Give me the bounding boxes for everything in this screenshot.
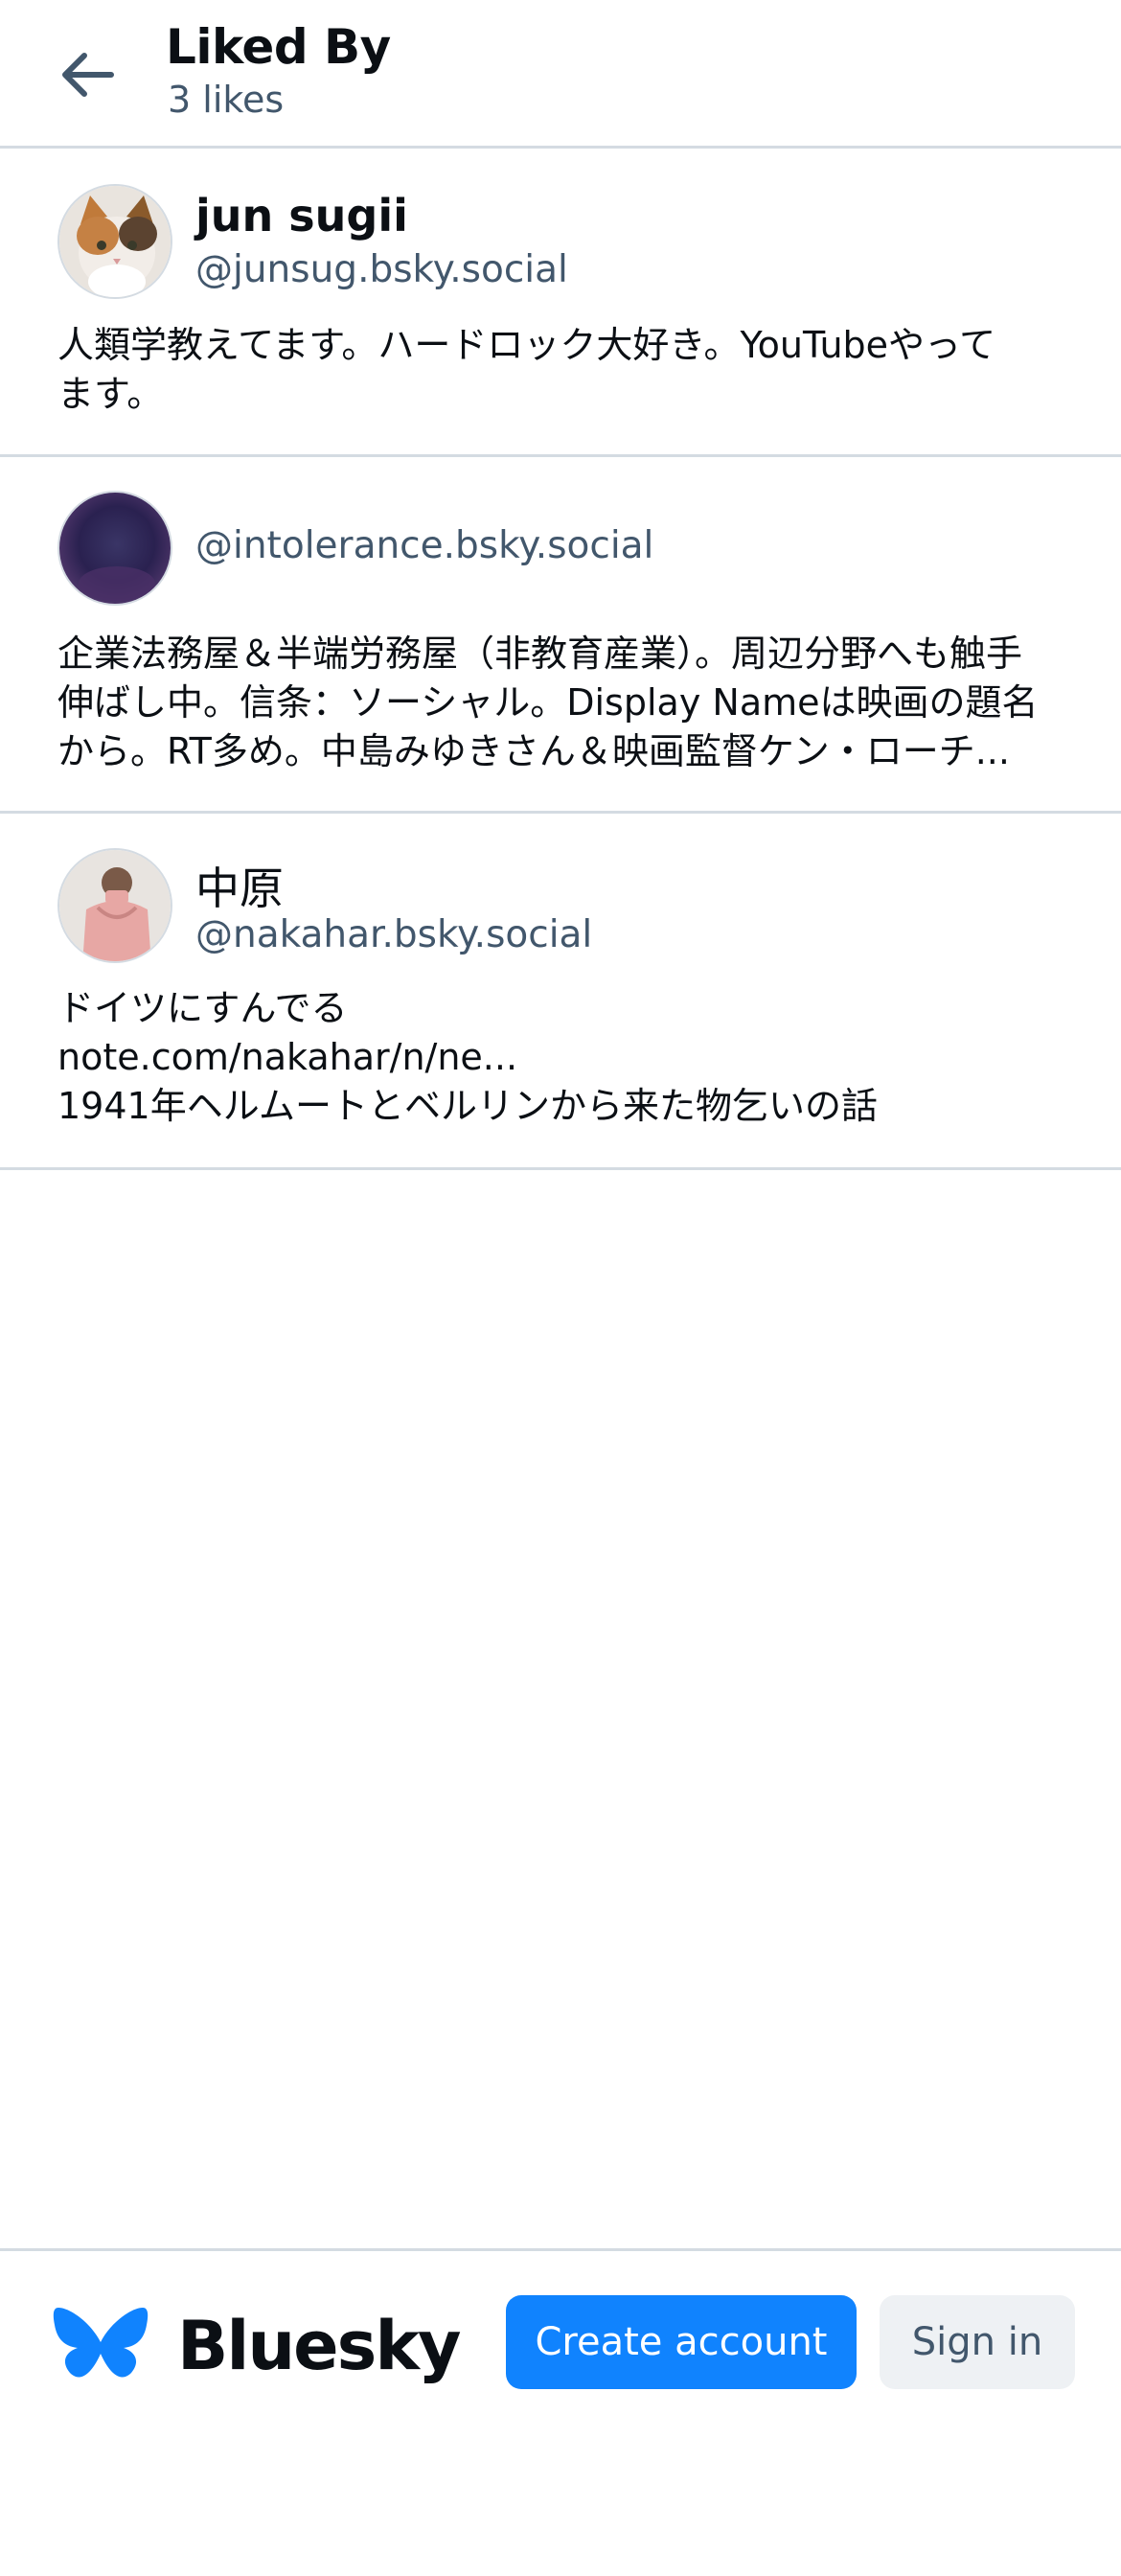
- back-button[interactable]: [50, 42, 123, 107]
- bio-link[interactable]: note.com/nakahar/n/ne...: [57, 1033, 1073, 1082]
- user-bio: 人類学教えてます。ハードロック大好き。YouTubeやって ます。: [57, 321, 1073, 419]
- bio-line: から。RT多め。中島みゆきさん＆映画監督ケン・ローチ...: [57, 730, 1010, 772]
- brand-name: Bluesky: [177, 2307, 462, 2385]
- liked-by-page: Liked By 3 likes jun sugii @junsug.bsky.…: [0, 0, 1121, 2576]
- page-title: Liked By: [166, 19, 391, 75]
- bluesky-logo: [53, 2299, 149, 2391]
- butterfly-logo-icon: [53, 2308, 149, 2378]
- user-handle: @junsug.bsky.social: [195, 248, 568, 291]
- create-account-button[interactable]: Create account: [506, 2295, 857, 2389]
- avatar[interactable]: [57, 184, 172, 299]
- sign-in-button[interactable]: Sign in: [880, 2295, 1075, 2389]
- blurred-photo-icon: [59, 493, 171, 604]
- user-handle: @intolerance.bsky.social: [195, 524, 654, 567]
- avatar[interactable]: [57, 848, 172, 963]
- user-handle: @nakahar.bsky.social: [195, 913, 593, 956]
- likes-count: 3 likes: [168, 79, 285, 121]
- bio-line: ドイツにすんでる: [57, 987, 348, 1029]
- bio-line: 企業法務屋＆半端労務屋（非教育産業）。周辺分野へも触手: [57, 632, 1023, 675]
- header: Liked By 3 likes: [0, 0, 1121, 149]
- display-name: 中原: [195, 862, 284, 914]
- list-item[interactable]: jun sugii @junsug.bsky.social 人類学教えてます。ハ…: [0, 149, 1121, 457]
- list-item[interactable]: 中原 @nakahar.bsky.social ドイツにすんでる note.co…: [0, 814, 1121, 1170]
- avatar[interactable]: [57, 491, 172, 606]
- bio-line: 人類学教えてます。ハードロック大好き。YouTubeやって: [57, 324, 996, 366]
- user-bio: ドイツにすんでる note.com/nakahar/n/ne... 1941年ヘ…: [57, 984, 1073, 1131]
- list-item[interactable]: @intolerance.bsky.social 企業法務屋＆半端労務屋（非教育…: [0, 457, 1121, 814]
- bio-line: 1941年ヘルムートとベルリンから来た物乞いの話: [57, 1085, 878, 1127]
- person-photo-icon: [59, 850, 171, 961]
- arrow-left-icon: [62, 53, 114, 97]
- footer-bar: Bluesky Create account Sign in: [0, 2248, 1121, 2576]
- bio-line: 伸ばし中。信条：ソーシャル。Display Nameは映画の題名: [57, 681, 1039, 724]
- display-name: jun sugii: [195, 190, 408, 242]
- bio-line: ます。: [57, 373, 164, 415]
- cat-photo-icon: [59, 186, 171, 297]
- user-bio: 企業法務屋＆半端労務屋（非教育産業）。周辺分野へも触手 伸ばし中。信条：ソーシャ…: [57, 630, 1073, 776]
